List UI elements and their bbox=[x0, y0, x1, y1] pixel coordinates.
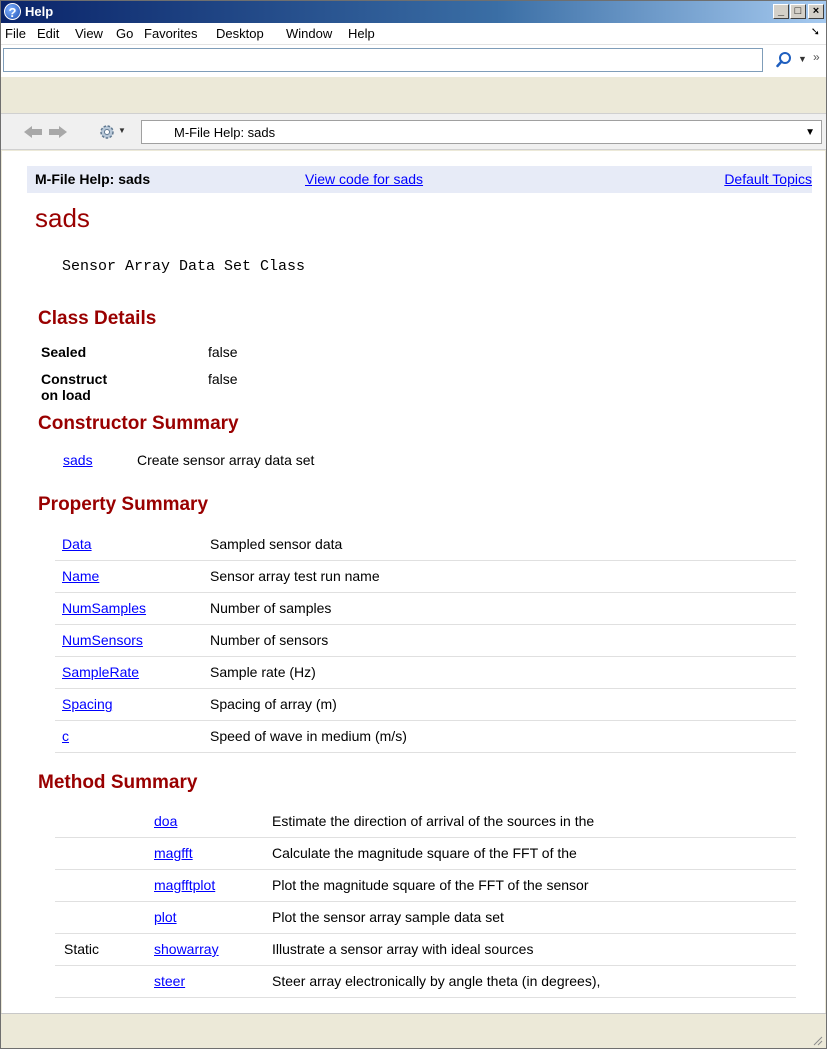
chevron-down-icon[interactable]: ▼ bbox=[805, 127, 815, 138]
menu-overflow-icon[interactable]: ➘ bbox=[811, 25, 820, 38]
property-description: Sampled sensor data bbox=[203, 528, 796, 561]
header-title: M-File Help: sads bbox=[35, 171, 151, 187]
constructor-link[interactable]: sads bbox=[63, 452, 93, 468]
page-address-dropdown[interactable]: M-File Help: sads ▼ bbox=[141, 120, 822, 144]
property-link[interactable]: NumSamples bbox=[62, 600, 146, 616]
table-row: plot Plot the sensor array sample data s… bbox=[55, 901, 796, 934]
forward-arrow-icon[interactable] bbox=[49, 126, 67, 138]
view-code-link[interactable]: View code for sads bbox=[305, 171, 423, 187]
menu-help[interactable]: Help bbox=[348, 26, 375, 41]
address-text: M-File Help: sads bbox=[174, 125, 276, 140]
property-link[interactable]: Name bbox=[62, 568, 99, 584]
table-row: Static showarray Illustrate a sensor arr… bbox=[55, 933, 796, 966]
method-link[interactable]: showarray bbox=[154, 941, 219, 957]
method-description: Illustrate a sensor array with ideal sou… bbox=[272, 933, 796, 966]
property-description: Number of samples bbox=[203, 592, 796, 625]
table-row: magfftplot Plot the magnitude square of … bbox=[55, 869, 796, 902]
constructor-description: Create sensor array data set bbox=[137, 452, 315, 468]
method-table: doa Estimate the direction of arrival of… bbox=[55, 805, 796, 998]
chevron-double-down-icon[interactable]: » bbox=[813, 50, 820, 64]
method-description: Calculate the magnitude square of the FF… bbox=[272, 837, 796, 870]
detail-value: false bbox=[208, 344, 238, 360]
method-summary-heading: Method Summary bbox=[38, 772, 198, 793]
constructor-summary-heading: Constructor Summary bbox=[38, 413, 239, 434]
table-row: magfft Calculate the magnitude square of… bbox=[55, 837, 796, 870]
help-icon: ? bbox=[4, 3, 21, 20]
property-link[interactable]: Data bbox=[62, 536, 92, 552]
maximize-button[interactable]: □ bbox=[790, 4, 806, 19]
default-topics-link[interactable]: Default Topics bbox=[724, 171, 812, 187]
gear-icon[interactable] bbox=[98, 123, 116, 141]
property-link[interactable]: Spacing bbox=[62, 696, 113, 712]
table-row: c Speed of wave in medium (m/s) bbox=[55, 720, 796, 753]
title-bar[interactable]: ? Help _ □ × bbox=[1, 1, 826, 23]
search-input[interactable] bbox=[3, 48, 763, 72]
method-description: Steer array electronically by angle thet… bbox=[272, 965, 796, 998]
class-details-heading: Class Details bbox=[38, 308, 157, 329]
close-button[interactable]: × bbox=[808, 4, 824, 19]
table-row: doa Estimate the direction of arrival of… bbox=[55, 805, 796, 838]
resize-grip-icon[interactable] bbox=[811, 1034, 823, 1046]
menu-bar: File Edit View Go Favorites Desktop Wind… bbox=[1, 23, 826, 44]
menu-favorites[interactable]: Favorites bbox=[144, 26, 197, 41]
property-description: Sample rate (Hz) bbox=[203, 656, 796, 689]
window-title: Help bbox=[25, 4, 54, 19]
method-attribute bbox=[55, 869, 154, 902]
status-bar bbox=[1, 1013, 826, 1048]
method-attribute: Static bbox=[55, 933, 154, 966]
search-options-icon[interactable]: ▼ bbox=[798, 54, 807, 64]
table-row: Data Sampled sensor data bbox=[55, 528, 796, 561]
minimize-button[interactable]: _ bbox=[773, 4, 789, 19]
property-description: Number of sensors bbox=[203, 624, 796, 657]
constructor-row: sads Create sensor array data set bbox=[63, 452, 314, 468]
menu-go[interactable]: Go bbox=[116, 26, 133, 41]
method-attribute bbox=[55, 901, 154, 934]
gear-dropdown-icon[interactable]: ▼ bbox=[118, 126, 126, 135]
method-description: Plot the sensor array sample data set bbox=[272, 901, 796, 934]
class-description: Sensor Array Data Set Class bbox=[62, 258, 306, 275]
table-row: SampleRate Sample rate (Hz) bbox=[55, 656, 796, 689]
method-link[interactable]: doa bbox=[154, 813, 177, 829]
menu-window[interactable]: Window bbox=[286, 26, 332, 41]
detail-value: false bbox=[208, 371, 238, 387]
navigation-bar: ▼ M-File Help: sads ▼ bbox=[1, 113, 826, 150]
property-description: Spacing of array (m) bbox=[203, 688, 796, 721]
table-row: NumSamples Number of samples bbox=[55, 592, 796, 625]
table-row: Spacing Spacing of array (m) bbox=[55, 688, 796, 721]
method-link[interactable]: magfft bbox=[154, 845, 193, 861]
back-arrow-icon[interactable] bbox=[24, 126, 42, 138]
table-row: steer Steer array electronically by angl… bbox=[55, 965, 796, 998]
property-link[interactable]: SampleRate bbox=[62, 664, 139, 680]
property-description: Sensor array test run name bbox=[203, 560, 796, 593]
table-row: NumSensors Number of sensors bbox=[55, 624, 796, 657]
table-row: Name Sensor array test run name bbox=[55, 560, 796, 593]
property-summary-heading: Property Summary bbox=[38, 494, 209, 515]
method-link[interactable]: plot bbox=[154, 909, 177, 925]
method-attribute bbox=[55, 805, 154, 838]
menu-file[interactable]: File bbox=[5, 26, 26, 41]
menu-desktop[interactable]: Desktop bbox=[216, 26, 264, 41]
menu-edit[interactable]: Edit bbox=[37, 26, 59, 41]
search-bar: ▼ » bbox=[1, 44, 826, 77]
method-link[interactable]: steer bbox=[154, 973, 185, 989]
detail-key: Sealed bbox=[41, 344, 87, 360]
property-table: Data Sampled sensor data Name Sensor arr… bbox=[55, 528, 796, 753]
menu-view[interactable]: View bbox=[75, 26, 103, 41]
help-content: M-File Help: sads View code for sads Def… bbox=[2, 151, 825, 1013]
search-icon[interactable] bbox=[776, 51, 792, 69]
method-attribute bbox=[55, 965, 154, 998]
method-link[interactable]: magfftplot bbox=[154, 877, 215, 893]
property-link[interactable]: NumSensors bbox=[62, 632, 143, 648]
property-description: Speed of wave in medium (m/s) bbox=[203, 720, 796, 753]
method-attribute bbox=[55, 837, 154, 870]
detail-key: Construct on load bbox=[41, 371, 108, 403]
help-window: ? Help _ □ × File Edit View Go Favorites… bbox=[0, 0, 827, 1049]
method-description: Estimate the direction of arrival of the… bbox=[272, 805, 796, 838]
page-title: sads bbox=[35, 203, 90, 233]
method-description: Plot the magnitude square of the FFT of … bbox=[272, 869, 796, 902]
property-link[interactable]: c bbox=[62, 728, 69, 744]
help-header-bar: M-File Help: sads View code for sads Def… bbox=[27, 166, 812, 193]
